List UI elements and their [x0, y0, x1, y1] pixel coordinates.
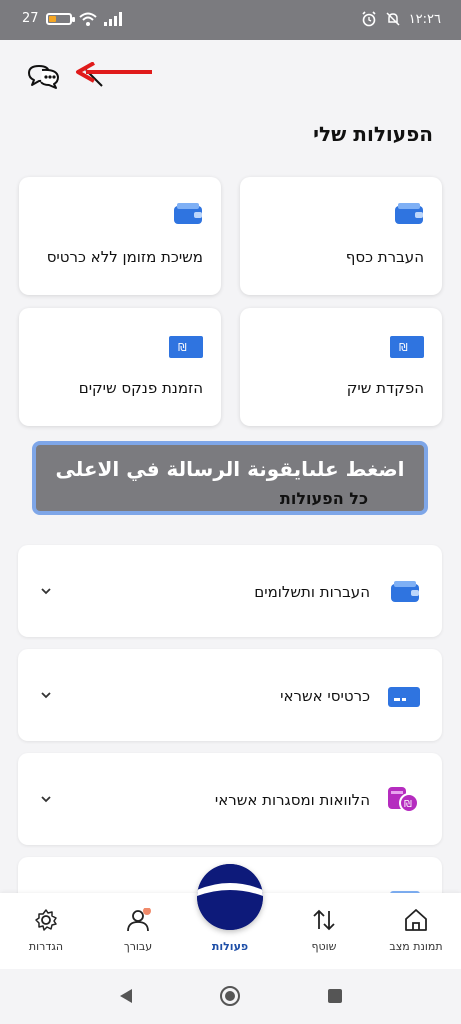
clock: ١٢:٢٦	[408, 11, 441, 27]
category-credit-cards[interactable]: כרטיסי אשראי	[18, 649, 442, 741]
nav-label: תמונת מצב	[389, 940, 443, 953]
person-icon	[127, 907, 151, 932]
card-money-transfer[interactable]: העברת כסף	[240, 177, 442, 295]
message-icon[interactable]	[26, 58, 62, 94]
actions-fab-icon[interactable]	[197, 864, 263, 930]
instruction-text: اضغط علىايقونة الرسالة في الاعلى	[55, 457, 405, 481]
battery-percent: 27	[22, 11, 39, 26]
page-title: הפעולות שלי	[313, 122, 433, 146]
nav-actions[interactable]: פעולות	[195, 936, 265, 953]
nav-label: עבורך	[123, 940, 153, 953]
card-label: העברת כסף	[345, 248, 424, 266]
status-left: 27	[22, 11, 124, 26]
battery-icon	[45, 12, 75, 25]
system-nav-bar	[0, 969, 461, 1024]
nav-for-you[interactable]: עבורך	[103, 907, 173, 953]
svg-text:₪: ₪	[404, 799, 412, 810]
wallet-icon	[391, 581, 419, 602]
back-icon[interactable]	[117, 987, 135, 1005]
wifi-icon	[78, 12, 97, 26]
gear-icon	[35, 909, 57, 931]
red-arrow-annotation	[76, 62, 152, 83]
home-icon	[405, 909, 427, 931]
nav-label: פעולות	[211, 940, 249, 953]
category-label: הלוואות ומסגרות אשראי	[214, 791, 370, 809]
section-subtitle: כל הפעולות	[279, 489, 368, 508]
recents-icon[interactable]	[326, 987, 344, 1005]
category-loans-credit[interactable]: ₪ הלוואות ומסגרות אשראי	[18, 753, 442, 845]
nav-label: הגדרות	[28, 940, 64, 953]
signal-icon	[103, 11, 122, 26]
category-label: העברות ותשלומים	[254, 583, 370, 601]
card-label: משיכת מזומן ללא כרטיס	[46, 248, 203, 266]
top-bar	[0, 40, 461, 110]
card-label: הזמנת פנקס שיקים	[78, 379, 203, 397]
nav-current[interactable]: שוטף	[289, 908, 359, 953]
loan-coins-icon: ₪	[388, 787, 419, 813]
nav-settings[interactable]: הגדרות	[11, 908, 81, 953]
card-check-deposit[interactable]: ₪ הפקדת שיק	[240, 308, 442, 426]
chevron-down-icon[interactable]	[40, 689, 52, 701]
alarm-icon	[362, 11, 376, 27]
chevron-down-icon[interactable]	[40, 793, 52, 805]
transfer-arrows-icon	[313, 909, 335, 931]
category-transfers-payments[interactable]: העברות ותשלומים	[18, 545, 442, 637]
chevron-down-icon[interactable]	[40, 585, 52, 597]
status-right: ١٢:٢٦	[361, 11, 441, 27]
wallet-icon	[174, 203, 202, 224]
wallet-icon	[395, 203, 423, 224]
shekel-check-icon: ₪	[390, 336, 424, 358]
svg-text:₪: ₪	[178, 341, 187, 354]
bell-muted-icon	[386, 12, 400, 26]
instruction-overlay: اضغط علىايقونة الرسالة في الاعلى כל הפעו…	[32, 441, 428, 515]
card-label: הפקדת שיק	[346, 379, 424, 397]
card-checkbook-order[interactable]: ₪ הזמנת פנקס שיקים	[19, 308, 221, 426]
svg-text:₪: ₪	[399, 341, 408, 354]
card-cardless-withdrawal[interactable]: משיכת מזומן ללא כרטיס	[19, 177, 221, 295]
home-circle-icon[interactable]	[219, 985, 241, 1007]
nav-label: שוטף	[311, 940, 337, 953]
shekel-check-icon: ₪	[169, 336, 203, 358]
category-label: כרטיסי אשראי	[280, 687, 370, 705]
credit-card-icon	[388, 687, 420, 707]
fab-logo	[197, 864, 263, 930]
nav-snapshot[interactable]: תמונת מצב	[381, 908, 451, 953]
status-bar: 27 ١٢:٢٦	[0, 0, 461, 40]
